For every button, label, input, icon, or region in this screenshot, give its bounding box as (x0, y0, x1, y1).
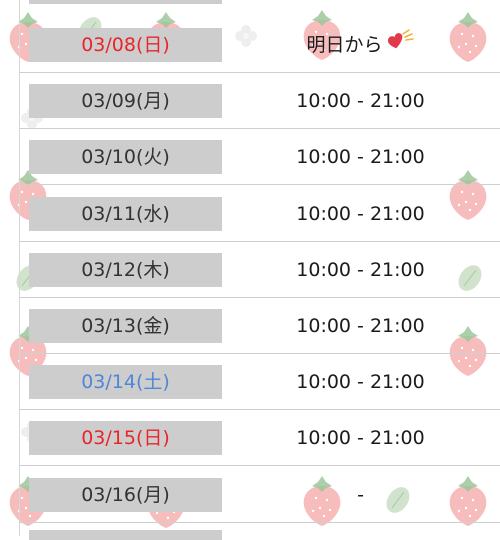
schedule-hours-text: 10:00 - 21:00 (296, 146, 425, 169)
schedule-hours: 10:00 - 21:00 (263, 421, 458, 455)
heart-sticker-icon (385, 28, 415, 63)
schedule-hours: 明日から (263, 28, 458, 62)
schedule-date: 03/15(日) (29, 421, 222, 456)
schedule-hours-text: - (357, 483, 364, 506)
schedule-date: 03/16(月) (29, 477, 222, 512)
schedule-hours: 10:00 - 21:00 (263, 309, 458, 343)
schedule-date: 03/09(月) (29, 84, 222, 119)
schedule-hours: 10:00 - 21:00 (263, 84, 458, 118)
schedule-hours: 10:00 - 21:00 (263, 253, 458, 287)
previous-date-cell-edge (29, 0, 222, 4)
schedule-hours: 10:00 - 21:00 (263, 140, 458, 174)
schedule-row: 03/11(水) 10:00 - 21:00 (19, 186, 500, 242)
schedule-date: 03/08(日) (29, 28, 222, 62)
schedule-hours-text: 10:00 - 21:00 (296, 371, 425, 394)
schedule-date: 03/14(土) (29, 365, 222, 400)
schedule-hours-text: 10:00 - 21:00 (296, 427, 425, 450)
schedule-hours: 10:00 - 21:00 (263, 365, 458, 399)
schedule-row: 03/10(火) 10:00 - 21:00 (19, 129, 500, 186)
schedule-date: 03/13(金) (29, 309, 222, 343)
schedule-row: 03/15(日) 10:00 - 21:00 (19, 410, 500, 467)
schedule-hours-text: 10:00 - 21:00 (296, 315, 425, 337)
schedule-row: 03/16(月) - (19, 467, 500, 523)
schedule-date: 03/10(火) (29, 140, 222, 175)
next-date-cell-edge (29, 530, 222, 540)
schedule-date: 03/12(木) (29, 252, 222, 287)
schedule-row: 03/13(金) 10:00 - 21:00 (19, 298, 500, 354)
schedule-hours: 10:00 - 21:00 (263, 197, 458, 231)
schedule-hours-text: 10:00 - 21:00 (296, 258, 425, 281)
schedule-hours-text: 10:00 - 21:00 (296, 202, 425, 225)
schedule-hours-text: 10:00 - 21:00 (296, 90, 425, 113)
schedule-row: 03/12(木) 10:00 - 21:00 (19, 242, 500, 298)
schedule-date: 03/11(水) (29, 196, 222, 231)
schedule-hours: - (263, 478, 458, 512)
schedule-row: 03/09(月) 10:00 - 21:00 (19, 73, 500, 130)
schedule-hours-text: 明日から (306, 34, 383, 56)
schedule-row: 03/08(日) 明日から (19, 17, 500, 73)
schedule-row: 03/14(土) 10:00 - 21:00 (19, 354, 500, 411)
